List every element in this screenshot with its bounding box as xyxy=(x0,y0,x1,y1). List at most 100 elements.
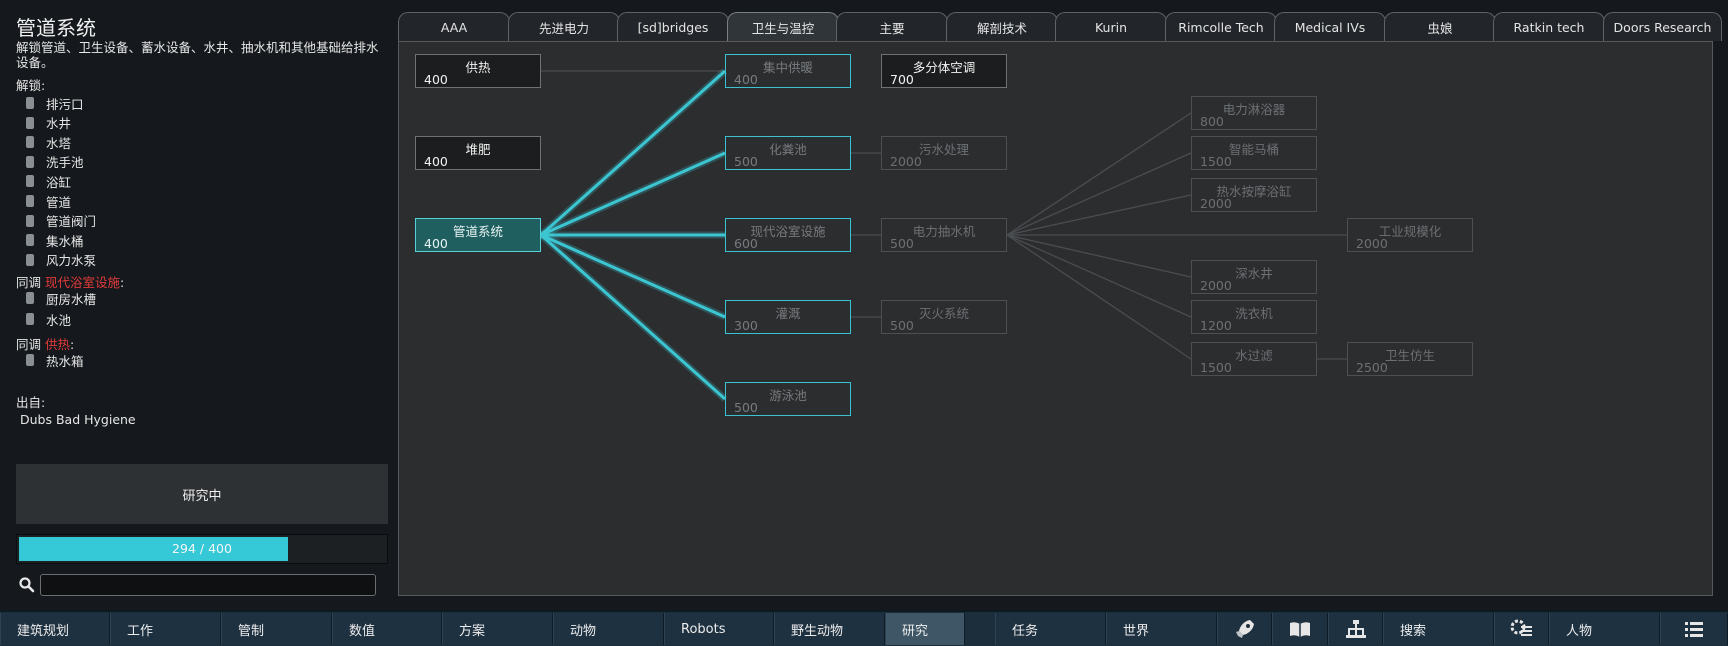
bottom-button-label: Robots xyxy=(681,621,726,637)
research-node-cost: 500 xyxy=(890,236,914,251)
unlock-item[interactable]: 水塔 xyxy=(22,132,71,152)
unlock-item-label: 浴缸 xyxy=(46,174,72,190)
source-label: 出自: xyxy=(16,395,46,410)
research-node-elec-pump[interactable]: 电力抽水机 500 xyxy=(881,218,1007,252)
unlock-item[interactable]: 厨房水槽 xyxy=(22,288,96,308)
research-node-cost: 700 xyxy=(890,72,914,87)
tree-edge-elec-pump-to-hot-tub xyxy=(1006,194,1192,236)
unlock-item[interactable]: 水井 xyxy=(22,113,71,133)
unlock-item-label: 水塔 xyxy=(46,135,72,151)
research-node-cost: 500 xyxy=(734,400,758,415)
search-input[interactable] xyxy=(40,574,376,596)
bottom-faction-button[interactable] xyxy=(1328,613,1383,645)
bottom-button-label: 野生动物 xyxy=(791,623,844,639)
bottom-button-label: 方案 xyxy=(459,623,486,639)
unlock-item[interactable]: 水池 xyxy=(22,309,71,329)
unlock-item[interactable]: 管道 xyxy=(22,191,71,211)
research-node-modern-bath[interactable]: 现代浴室设施 600 xyxy=(725,218,851,252)
research-node-washer[interactable]: 洗衣机 1200 xyxy=(1191,300,1317,334)
tab-0[interactable]: AAA xyxy=(398,12,510,41)
source-mod-name: Dubs Bad Hygiene xyxy=(20,412,136,427)
bottom-world-button[interactable]: 世界 xyxy=(1106,613,1217,645)
research-node-pool[interactable]: 游泳池 500 xyxy=(725,382,851,416)
research-node-fire[interactable]: 灭火系统 500 xyxy=(881,300,1007,334)
bottom-button-label: 建筑规划 xyxy=(17,623,70,639)
bottom-robots-button[interactable]: Robots xyxy=(664,613,774,645)
bottom-pawns-button[interactable]: 人物 xyxy=(1549,613,1660,645)
tab-7[interactable]: Rimcolle Tech xyxy=(1165,12,1277,41)
bottom-button-label: 数值 xyxy=(349,623,376,639)
bottom-button-label: 任务 xyxy=(1012,623,1039,639)
bottom-work-button[interactable]: 工作 xyxy=(110,613,221,645)
water-barrel-icon xyxy=(22,232,38,248)
bottom-rocket-button[interactable] xyxy=(1217,613,1272,645)
unlocks-label: 解锁: xyxy=(16,78,46,93)
research-node-cost: 800 xyxy=(1200,114,1224,129)
bottom-book-button[interactable] xyxy=(1272,613,1328,645)
tree-edge-elec-pump-to-deep-well xyxy=(1006,234,1192,278)
tab-6[interactable]: Kurin xyxy=(1055,12,1167,41)
research-node-cost: 2000 xyxy=(1200,278,1232,293)
research-node-compost[interactable]: 堆肥 400 xyxy=(415,136,541,170)
sink-icon xyxy=(22,154,38,170)
tab-4[interactable]: 主要 xyxy=(836,12,948,41)
bottom-research-button[interactable]: 研究 xyxy=(885,613,965,645)
research-node-industrial[interactable]: 工业规模化 2000 xyxy=(1347,218,1473,252)
unlock-item[interactable]: 热水箱 xyxy=(22,350,84,370)
unlock-item[interactable]: 管道阀门 xyxy=(22,211,96,231)
unlock-item[interactable]: 浴缸 xyxy=(22,171,71,191)
research-status-button[interactable]: 研究中 xyxy=(16,464,388,524)
bottom-search-button[interactable]: 搜索 xyxy=(1383,613,1494,645)
tab-5[interactable]: 解剖技术 xyxy=(946,12,1058,41)
tree-edge-elec-pump-to-elec-shower xyxy=(1006,112,1192,236)
research-node-elec-shower[interactable]: 电力淋浴器 800 xyxy=(1191,96,1317,130)
bottom-button-label: 搜索 xyxy=(1400,623,1427,639)
tab-1[interactable]: 先进电力 xyxy=(508,12,620,41)
unlock-item[interactable]: 洗手池 xyxy=(22,152,84,172)
bottom-restrict-button[interactable]: 管制 xyxy=(221,613,332,645)
research-node-cost: 1500 xyxy=(1200,360,1232,375)
tab-2[interactable]: [sd]bridges xyxy=(617,12,729,41)
unlock-item-label: 管道 xyxy=(46,194,72,210)
research-node-sewage[interactable]: 污水处理 2000 xyxy=(881,136,1007,170)
bottom-button-label: 研究 xyxy=(902,623,929,639)
bottom-quests-button[interactable]: 任务 xyxy=(995,613,1106,645)
research-node-irrigation[interactable]: 灌溉 300 xyxy=(725,300,851,334)
bottom-wildlife-button[interactable]: 野生动物 xyxy=(774,613,885,645)
research-node-central-heat[interactable]: 集中供暖 400 xyxy=(725,54,851,88)
research-node-cost: 1500 xyxy=(1200,154,1232,169)
bottom-button-label: 动物 xyxy=(570,623,597,639)
unlock-item-label: 水池 xyxy=(46,312,72,328)
bottom-assign-button[interactable]: 数值 xyxy=(332,613,442,645)
tab-10[interactable]: Ratkin tech xyxy=(1493,12,1605,41)
research-node-cost: 400 xyxy=(424,236,448,251)
bottom-animals-button[interactable]: 动物 xyxy=(553,613,664,645)
project-title: 管道系统 xyxy=(16,16,96,40)
research-node-cost: 400 xyxy=(424,154,448,169)
unlock-item[interactable]: 集水桶 xyxy=(22,230,84,250)
research-node-heating[interactable]: 供热 400 xyxy=(415,54,541,88)
bottom-policy-button[interactable]: 方案 xyxy=(442,613,553,645)
main-bottom-bar: 建筑规划 工作 管制 数值 方案 动物 Robots 野生动物 研究 任务 世界 搜索 人物 xyxy=(0,610,1728,646)
research-node-septic[interactable]: 化粪池 500 xyxy=(725,136,851,170)
research-node-water-filter[interactable]: 水过滤 1500 xyxy=(1191,342,1317,376)
tab-8[interactable]: Medical IVs xyxy=(1274,12,1386,41)
research-tree-connections xyxy=(538,68,1347,402)
tab-9[interactable]: 虫娘 xyxy=(1384,12,1496,41)
research-progress-bar: 294 / 400 xyxy=(16,534,388,564)
tab-3[interactable]: 卫生与温控 xyxy=(727,12,839,42)
bottom-menu-button[interactable] xyxy=(1660,613,1728,645)
bottom-gear-list-button[interactable] xyxy=(1494,613,1549,645)
research-node-smart-toilet[interactable]: 智能马桶 1500 xyxy=(1191,136,1317,170)
unlock-item[interactable]: 排污口 xyxy=(22,93,84,113)
research-node-hot-tub[interactable]: 热水按摩浴缸 2000 xyxy=(1191,178,1317,212)
research-node-hygiene-bionic[interactable]: 卫生仿生 2500 xyxy=(1347,342,1473,376)
tab-11[interactable]: Doors Research xyxy=(1603,12,1722,41)
research-node-deep-well[interactable]: 深水井 2000 xyxy=(1191,260,1317,294)
research-node-plumbing[interactable]: 管道系统 400 xyxy=(415,218,541,252)
tree-edge-plumbing-to-pool xyxy=(540,233,726,401)
unlock-item[interactable]: 风力水泵 xyxy=(22,250,96,270)
bottom-architect-button[interactable]: 建筑规划 xyxy=(0,613,110,645)
research-node-cost: 400 xyxy=(734,72,758,87)
research-node-split-ac[interactable]: 多分体空调 700 xyxy=(881,54,1007,88)
